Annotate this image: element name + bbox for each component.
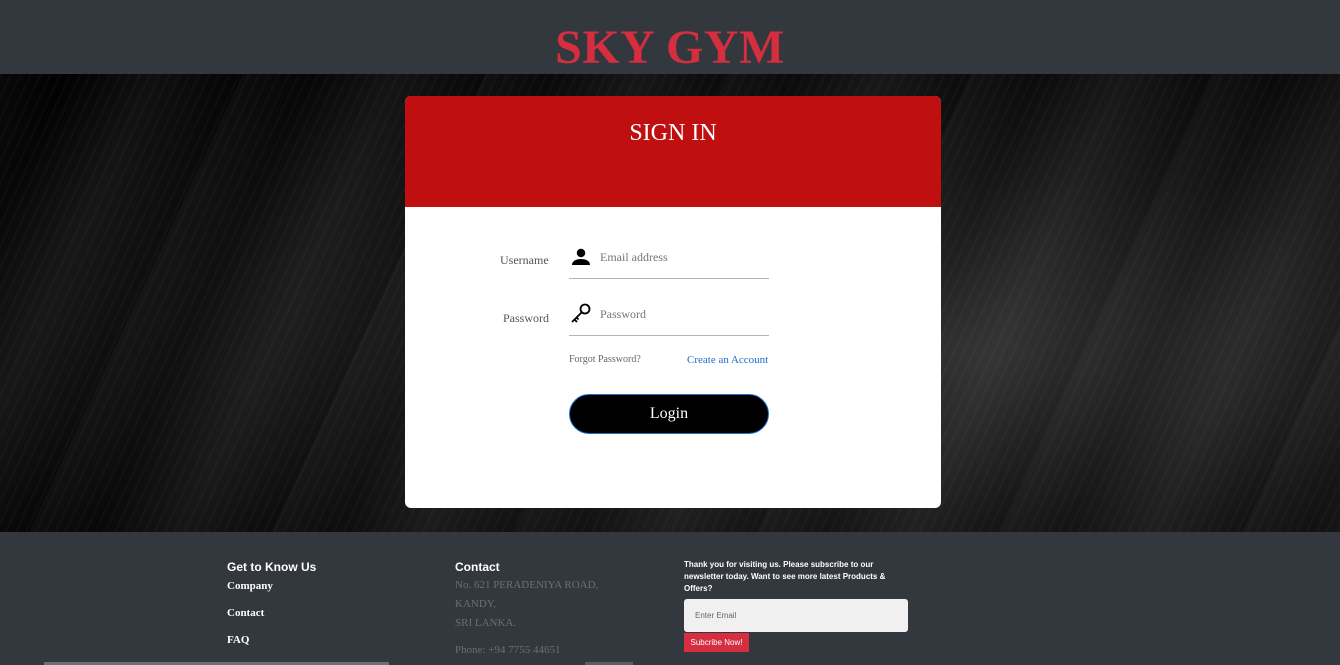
signin-card-header: SIGN IN — [405, 96, 941, 207]
user-icon — [569, 245, 593, 269]
address-line: No. 621 PERADENIYA ROAD, — [455, 579, 599, 591]
newsletter-text: Thank you for visiting us. Please subscr… — [684, 560, 886, 593]
username-input[interactable] — [600, 245, 765, 269]
signin-title: SIGN IN — [629, 120, 717, 146]
footer-contact-title: Contact — [455, 560, 500, 574]
login-button[interactable]: Login — [569, 394, 769, 434]
password-input[interactable] — [600, 302, 765, 326]
password-field-wrap — [569, 296, 769, 336]
top-header: SKY GYM — [0, 0, 1340, 74]
key-icon — [569, 302, 593, 326]
address-line: SRI LANKA. — [455, 617, 517, 629]
create-account-link[interactable]: Create an Account — [687, 354, 768, 366]
username-label: Username — [500, 253, 549, 267]
subscribe-button[interactable]: Subcribe Now! — [684, 633, 749, 652]
footer-link-faq[interactable]: FAQ — [227, 634, 249, 646]
footer-about-title: Get to Know Us — [227, 560, 317, 574]
forgot-password-link[interactable]: Forgot Password? — [569, 354, 641, 365]
newsletter-email-input[interactable] — [684, 599, 908, 632]
footer-phone: Phone: +94 7755 44651 — [455, 644, 561, 656]
signin-card: SIGN IN Username Password Forgot Passwor… — [405, 96, 941, 508]
address-line: KANDY, — [455, 598, 497, 610]
footer-address: No. 621 PERADENIYA ROAD, KANDY, SRI LANK… — [455, 576, 598, 633]
footer: Get to Know Us Company Contact FAQ Conta… — [0, 532, 1340, 665]
site-title: SKY GYM — [555, 21, 785, 74]
password-label: Password — [503, 311, 550, 325]
footer-link-contact[interactable]: Contact — [227, 607, 264, 619]
footer-link-company[interactable]: Company — [227, 580, 273, 592]
username-field-wrap — [569, 239, 769, 279]
